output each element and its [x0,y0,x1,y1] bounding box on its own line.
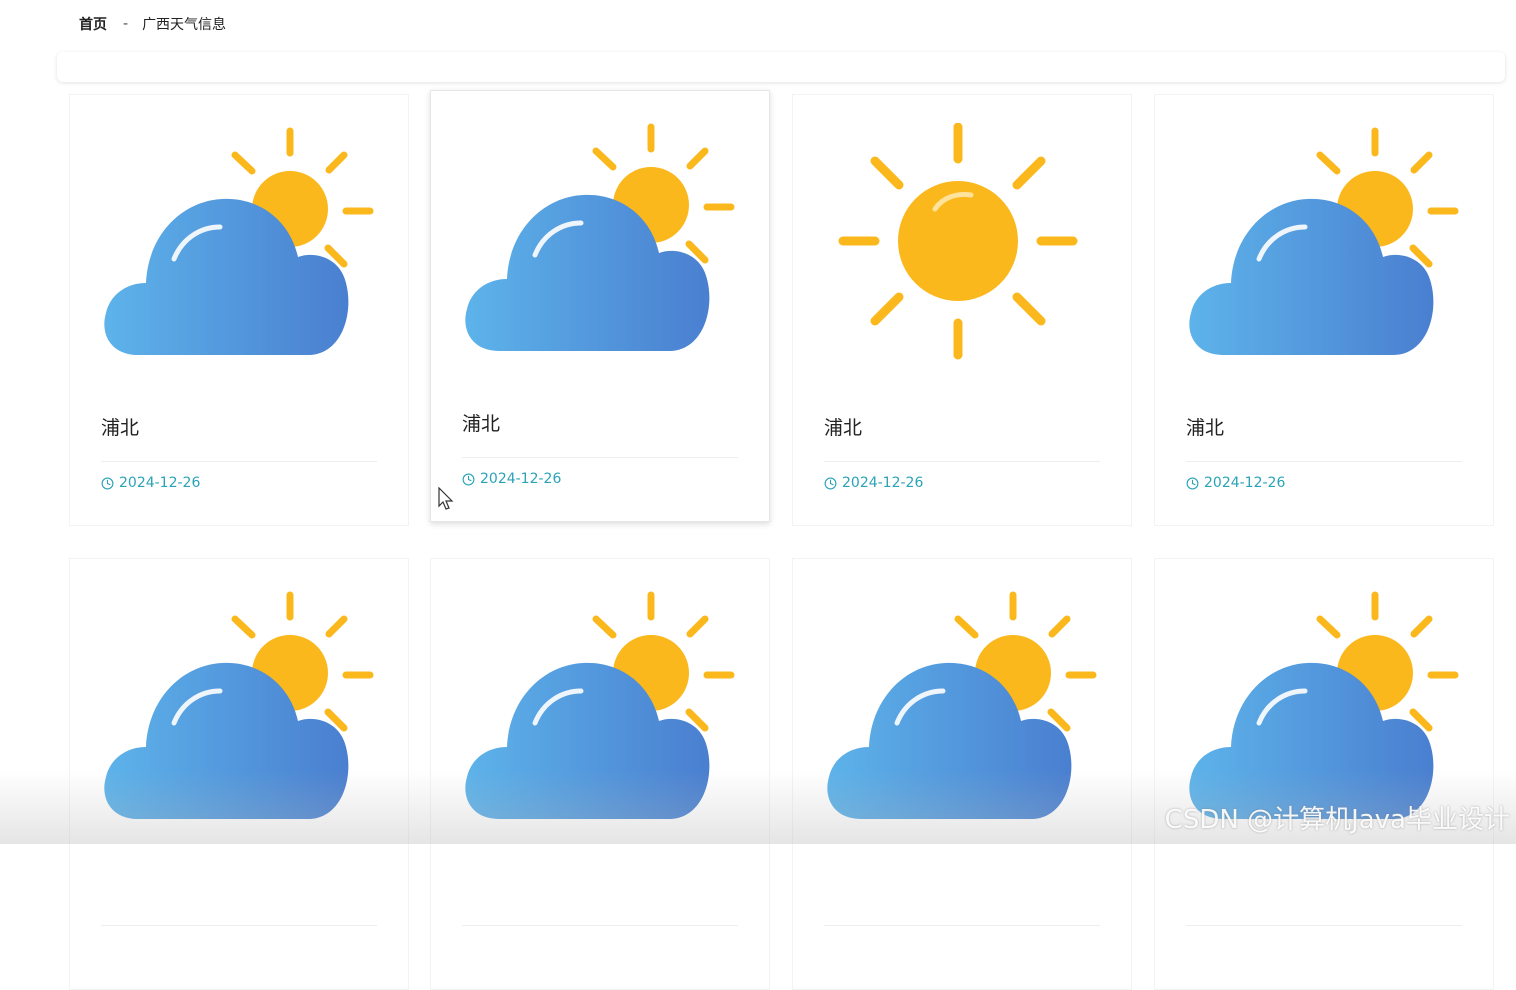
weather-card[interactable] [792,558,1132,990]
breadcrumb-current: 广西天气信息 [142,14,226,34]
partly-cloudy-icon [102,587,378,837]
weather-card[interactable] [69,558,409,990]
partly-cloudy-icon [463,119,739,369]
partly-cloudy-icon [1187,123,1463,373]
weather-card[interactable]: 浦北 2024-12-26 [430,90,770,522]
card-divider [101,461,377,462]
card-date-text: 2024-12-26 [1204,475,1285,491]
card-date: 2024-12-26 [1186,475,1285,491]
weather-card[interactable]: 浦北 2024-12-26 [1154,94,1494,526]
card-divider [824,461,1100,462]
card-divider [462,457,738,458]
clock-icon [824,477,837,490]
card-divider [824,925,1100,926]
weather-card[interactable] [1154,558,1494,990]
card-divider [101,925,377,926]
card-date-text: 2024-12-26 [480,471,561,487]
partly-cloudy-icon [825,587,1101,837]
watermark: CSDN @计算机Java毕业设计 [1165,799,1510,836]
card-city-name: 浦北 [101,413,139,440]
card-date-text: 2024-12-26 [842,475,923,491]
card-divider [1186,461,1462,462]
card-date: 2024-12-26 [101,475,200,491]
clock-icon [101,477,114,490]
weather-card[interactable]: 浦北 2024-12-26 [69,94,409,526]
clock-icon [1186,477,1199,490]
filter-bar [57,52,1505,82]
card-date: 2024-12-26 [462,471,561,487]
breadcrumb-separator: - [123,16,128,32]
breadcrumb-home-link[interactable]: 首页 [79,14,107,34]
card-date-text: 2024-12-26 [119,475,200,491]
clock-icon [462,473,475,486]
breadcrumb: 首页 - 广西天气信息 [79,14,226,34]
sunny-icon [825,123,1101,373]
partly-cloudy-icon [463,587,739,837]
card-date: 2024-12-26 [824,475,923,491]
weather-card[interactable] [430,558,770,990]
partly-cloudy-icon [102,123,378,373]
card-city-name: 浦北 [1186,413,1224,440]
weather-card[interactable]: 浦北 2024-12-26 [792,94,1132,526]
card-city-name: 浦北 [462,409,500,436]
card-city-name: 浦北 [824,413,862,440]
card-divider [1186,925,1462,926]
mouse-cursor-icon [438,487,454,511]
card-divider [462,925,738,926]
